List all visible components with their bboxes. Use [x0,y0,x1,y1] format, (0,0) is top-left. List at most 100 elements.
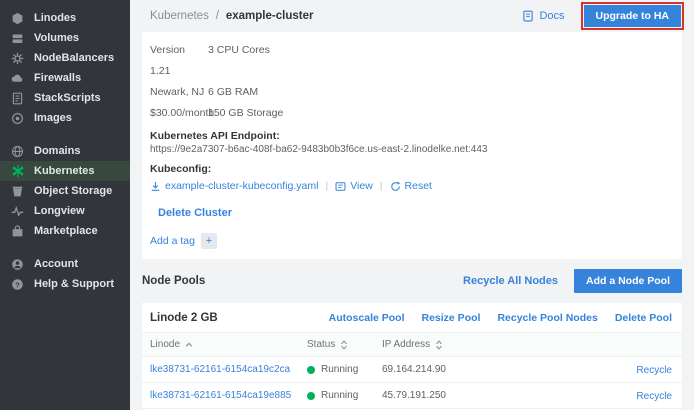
upgrade-to-ha-button[interactable]: Upgrade to HA [584,5,682,27]
recycle-node-link[interactable]: Recycle [636,391,672,402]
autoscale-pool-link[interactable]: Autoscale Pool [329,312,405,324]
sidebar-item-kubernetes[interactable]: Kubernetes [0,161,130,181]
sidebar-item-volumes[interactable]: Volumes [0,28,130,48]
divider: | [380,178,383,194]
firewalls-icon [10,71,25,86]
api-endpoint-label: Kubernetes API Endpoint: [150,129,674,143]
add-tag-plus-button[interactable]: + [201,233,217,249]
table-row: lke38731-62161-6154ca19e885 Running 45.7… [142,383,682,409]
linode-column-sort[interactable]: Linode [150,339,193,350]
sort-both-icon [340,340,348,350]
header-actions: Docs Upgrade to HA [522,2,684,30]
object-storage-icon [10,184,25,199]
sidebar-section-divider [0,128,130,141]
sidebar-item-label: Images [34,112,72,124]
sort-both-icon [435,340,443,350]
breadcrumb-section-link[interactable]: Kubernetes [150,10,209,22]
node-ip: 69.164.214.90 [382,364,446,375]
sidebar-item-stackscripts[interactable]: StackScripts [0,88,130,108]
delete-pool-link[interactable]: Delete Pool [615,312,672,324]
cluster-ram: 6 GB RAM [208,82,258,103]
spec-row: $30.00/month 150 GB Storage [150,103,674,124]
node-link[interactable]: lke38731-62161-6154ca19c2ca [150,364,290,375]
recycle-node-link[interactable]: Recycle [636,365,672,376]
sidebar-item-linodes[interactable]: Linodes [0,8,130,28]
reset-icon [390,181,401,192]
main-content: Kubernetes / example-cluster Docs Upgrad… [130,0,694,410]
sidebar-item-label: NodeBalancers [34,52,114,64]
pool-card-header: Linode 2 GB Autoscale Pool Resize Pool R… [142,303,682,332]
add-tag-link[interactable]: Add a tag [150,235,195,247]
api-endpoint-value: https://9e2a7307-b6ac-408f-ba62-9483b0b3… [150,143,674,157]
kubeconfig-label: Kubeconfig: [150,162,674,176]
sidebar-item-label: Firewalls [34,72,81,84]
sidebar-item-domains[interactable]: Domains [0,141,130,161]
kubeconfig-reset-link[interactable]: Reset [390,178,432,194]
sidebar-item-nodebalancers[interactable]: NodeBalancers [0,48,130,68]
pool-actions: Autoscale Pool Resize Pool Recycle Pool … [312,312,672,324]
help-icon: ? [10,277,25,292]
breadcrumb: Kubernetes / example-cluster [150,10,313,22]
sort-ascending-icon [185,342,193,348]
sidebar-item-label: Help & Support [34,278,114,290]
status-running-icon [307,392,315,400]
pool-name: Linode 2 GB [150,312,218,324]
sidebar-item-images[interactable]: Images [0,108,130,128]
sidebar-item-label: Object Storage [34,185,112,197]
images-icon [10,111,25,126]
resize-pool-link[interactable]: Resize Pool [422,312,481,324]
view-icon [335,181,346,192]
domains-icon [10,144,25,159]
kubeconfig-actions-row: example-cluster-kubeconfig.yaml | View |… [150,178,674,194]
cluster-cpu: 3 CPU Cores [208,40,270,82]
sidebar-item-longview[interactable]: Longview [0,201,130,221]
sidebar-item-marketplace[interactable]: Marketplace [0,221,130,241]
ip-column-sort[interactable]: IP Address [382,339,443,350]
status-running-icon [307,366,315,374]
view-link-label: View [350,178,373,194]
docs-link-label: Docs [539,10,564,22]
recycle-pool-nodes-link[interactable]: Recycle Pool Nodes [497,312,597,324]
kubeconfig-download-link[interactable]: example-cluster-kubeconfig.yaml [150,178,318,194]
node-ip: 45.79.191.250 [382,390,446,401]
node-pools-header: Node Pools Recycle All Nodes Add a Node … [142,259,682,303]
sidebar-item-object-storage[interactable]: Object Storage [0,181,130,201]
delete-cluster-button[interactable]: Delete Cluster [158,207,232,219]
sidebar-item-firewalls[interactable]: Firewalls [0,68,130,88]
spec-row: Version 1.21 3 CPU Cores [150,40,674,82]
node-link[interactable]: lke38731-62161-6154ca19e885 [150,390,291,401]
page-header: Kubernetes / example-cluster Docs Upgrad… [130,0,694,32]
nodebalancers-icon [10,51,25,66]
status-column-sort[interactable]: Status [307,339,348,350]
add-node-pool-button[interactable]: Add a Node Pool [574,269,682,293]
sidebar-item-help-support[interactable]: ? Help & Support [0,274,130,294]
stackscripts-icon [10,91,25,106]
cluster-summary-card: Version 1.21 3 CPU Cores Newark, NJ 6 GB… [142,32,682,259]
linode-cloud-manager-window: Linodes Volumes NodeBalancers Firewalls [0,0,694,410]
divider: | [325,178,328,194]
cluster-region: Newark, NJ [150,82,208,103]
kubeconfig-file-name: example-cluster-kubeconfig.yaml [165,178,318,194]
sidebar-nav: Linodes Volumes NodeBalancers Firewalls [0,0,130,410]
longview-icon [10,204,25,219]
kubeconfig-view-link[interactable]: View [335,178,373,194]
breadcrumb-current-page: example-cluster [226,10,314,22]
docs-link[interactable]: Docs [522,10,564,22]
spec-row: Newark, NJ 6 GB RAM [150,82,674,103]
sidebar-item-account[interactable]: Account [0,254,130,274]
linode-column-label: Linode [150,339,180,350]
docs-icon [522,10,534,22]
svg-text:?: ? [15,280,20,289]
status-column-label: Status [307,339,335,350]
linodes-icon [10,11,25,26]
sidebar-section-divider [0,241,130,254]
account-icon [10,257,25,272]
nodes-table: Linode Status [142,332,682,410]
cluster-version: Version 1.21 [150,40,208,82]
node-pools-title: Node Pools [142,275,205,287]
status-badge: Running [321,364,358,375]
add-tag-row: Add a tag + [150,233,674,249]
breadcrumb-separator: / [216,10,219,22]
cluster-storage: 150 GB Storage [208,103,283,124]
recycle-all-nodes-link[interactable]: Recycle All Nodes [463,275,558,287]
